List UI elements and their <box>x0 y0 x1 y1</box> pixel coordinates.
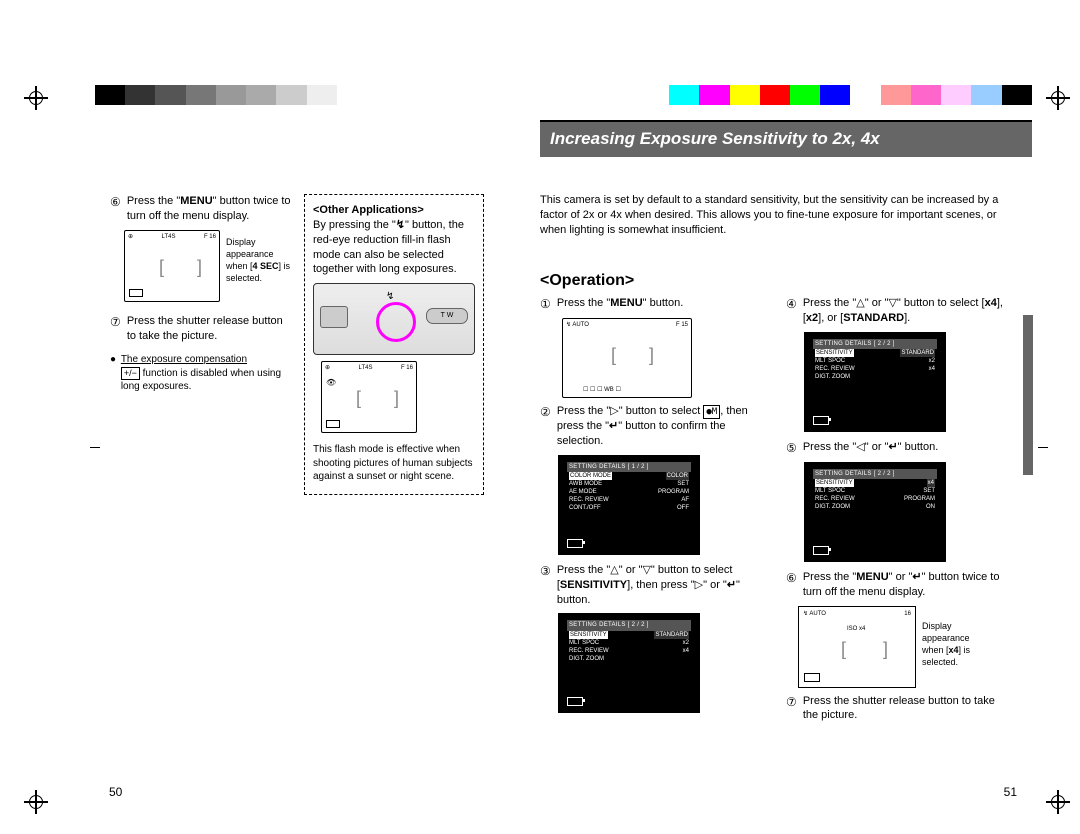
other-applications-para: By pressing the "↯" button, the red-eye … <box>313 218 475 277</box>
step-text: Press the "MENU" button. <box>557 296 769 311</box>
step-number: ⑦ <box>786 694 797 710</box>
operation-col-right: ④ Press the "△" or "▽" button to select … <box>786 296 1011 729</box>
step-text: Press the "△" or "▽" button to select [S… <box>557 563 769 608</box>
note-bullet: ● <box>110 353 116 367</box>
lcd-preview-redeye: ⊕LT4SF 16 👁 [ ] <box>321 361 417 433</box>
crop-mark <box>90 447 100 448</box>
display-caption: Display appearance when [4 SEC] is selec… <box>226 236 296 285</box>
step-number: ② <box>540 404 551 420</box>
lcd-iso-x4: ↯ AUTO16 ISO x4 [ ] <box>798 606 916 688</box>
registration-mark <box>24 86 48 110</box>
lcd-menu-3: SETTING DETAILS [ 2 / 2 ]SENSITIVITYSTAN… <box>804 332 946 432</box>
lcd-menu-1: SETTING DETAILS [ 1 / 2 ]COLOR MODECOLOR… <box>558 455 700 555</box>
exposure-comp-icon: +/− <box>121 367 140 380</box>
step-number: ④ <box>786 296 797 312</box>
lcd-menu-2: SETTING DETAILS [ 2 / 2 ]SENSITIVITYSTAN… <box>558 613 700 713</box>
side-tab <box>1023 315 1033 475</box>
registration-mark <box>1046 86 1070 110</box>
step-text: Press the shutter release button to take… <box>127 314 294 344</box>
intro-paragraph: This camera is set by default to a stand… <box>540 193 1010 238</box>
step-text: Press the "MENU" or "↵" button twice to … <box>803 570 1010 600</box>
step-number: ① <box>540 296 551 312</box>
step-text: Press the "◁" or "↵" button. <box>803 440 1010 455</box>
registration-mark <box>1046 790 1070 814</box>
operation-col-left: ① Press the "MENU" button. ↯ AUTOF 15 [ … <box>540 296 770 721</box>
step-text: Press the "△" or "▽" button to select [x… <box>803 296 1010 326</box>
page-number-right: 51 <box>1004 784 1017 800</box>
step-number: ③ <box>540 563 551 579</box>
page-number-left: 50 <box>109 784 122 800</box>
lcd-after-menu: ↯ AUTOF 15 [ ] ☐ ☐ ☐ WB ☐ <box>562 318 692 398</box>
highlighted-button <box>376 302 416 342</box>
section-title: Increasing Exposure Sensitivity to 2x, 4… <box>540 120 1032 157</box>
step-number: ⑥ <box>786 570 797 586</box>
step-number: ⑤ <box>786 440 797 456</box>
step-text: Press the "▷" button to select ●M, then … <box>557 404 769 449</box>
other-applications-title: <Other Applications> <box>313 203 475 218</box>
camera-illustration: ↯ T W <box>313 283 475 355</box>
step-text: Press the shutter release button to take… <box>803 694 1010 724</box>
display-caption: Display appearance when [x4] is selected… <box>922 620 992 669</box>
note-text: The exposure compensation +/− function i… <box>121 353 294 394</box>
crop-mark <box>1038 447 1048 448</box>
left-col-a: ⑥ Press the "MENU" button twice to turn … <box>110 194 295 394</box>
operation-heading: <Operation> <box>540 270 634 292</box>
color-calibration-strip <box>95 85 1032 105</box>
step-number: ⑦ <box>110 314 121 330</box>
step-text: Press the "MENU" button twice to turn of… <box>127 194 294 224</box>
registration-mark <box>24 790 48 814</box>
other-applications-box: <Other Applications> By pressing the "↯"… <box>304 194 484 495</box>
other-applications-caption: This flash mode is effective when shooti… <box>313 443 475 484</box>
step-number: ⑥ <box>110 194 121 210</box>
lcd-menu-4: SETTING DETAILS [ 2 / 2 ]SENSITIVITYx4ML… <box>804 462 946 562</box>
lcd-preview-4sec: ⊕LT4SF 16 [ ] <box>124 230 220 302</box>
